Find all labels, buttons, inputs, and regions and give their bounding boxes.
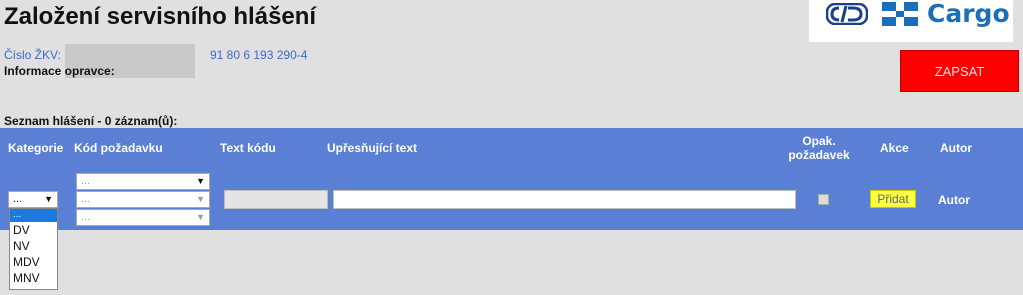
request-code-select-3-value: ...: [81, 211, 91, 223]
chevron-down-icon: ▼: [196, 176, 205, 186]
dropdown-option-dv[interactable]: DV: [10, 222, 57, 238]
dropdown-option-nv[interactable]: NV: [10, 238, 57, 254]
column-header-category: Kategorie: [8, 141, 64, 155]
logo-cargo-text: Cargo: [927, 0, 1010, 28]
request-code-select-3[interactable]: ... ▼: [76, 209, 210, 226]
chevron-down-icon: ▼: [196, 212, 205, 222]
author-value: Autor: [938, 193, 970, 207]
column-header-repeat: Opak. požadavek: [786, 134, 852, 162]
dropdown-option-empty[interactable]: ...: [10, 209, 57, 222]
code-text-field: [224, 190, 328, 209]
column-header-repeat-line2: požadavek: [788, 148, 850, 162]
zkv-label: Číslo ŽKV:: [4, 48, 61, 62]
dropdown-option-mdv[interactable]: MDV: [10, 254, 57, 270]
request-code-select-2-value: ...: [81, 193, 91, 205]
repeat-request-checkbox[interactable]: [818, 194, 829, 205]
add-button[interactable]: Přidat: [870, 190, 916, 208]
column-header-action: Akce: [880, 141, 909, 155]
chevron-down-icon: ▼: [196, 194, 205, 204]
category-select-value: ...: [13, 193, 23, 205]
column-header-author: Autor: [940, 141, 972, 155]
zkv-value: 91 80 6 193 290-4: [210, 48, 308, 62]
category-dropdown-list: ... DV NV MDV MNV: [9, 208, 58, 290]
chevron-down-icon: ▼: [44, 194, 53, 204]
category-select[interactable]: ... ▼: [8, 191, 58, 208]
column-header-code-text: Text kódu: [220, 141, 276, 155]
request-code-select-1[interactable]: ... ▼: [76, 173, 210, 190]
zapsat-button[interactable]: ZAPSAT: [900, 50, 1019, 92]
column-header-detail-text: Upřesňující text: [327, 141, 418, 155]
column-header-request-code: Kód požadavku: [74, 141, 163, 155]
detail-text-input[interactable]: [333, 190, 796, 209]
request-code-select-1-value: ...: [81, 175, 91, 187]
list-title: Seznam hlášení - 0 záznam(ů):: [4, 114, 178, 128]
repair-info-label: Informace opravce:: [4, 64, 115, 78]
page-title: Založení servisního hlášení: [4, 3, 317, 30]
request-code-select-2[interactable]: ... ▼: [76, 191, 210, 208]
dropdown-option-mnv[interactable]: MNV: [10, 270, 57, 286]
column-header-repeat-line1: Opak.: [802, 134, 836, 148]
cd-logo-icon: [826, 3, 868, 25]
company-logo: Cargo: [809, 0, 1013, 42]
cargo-cross-icon: [882, 2, 918, 26]
